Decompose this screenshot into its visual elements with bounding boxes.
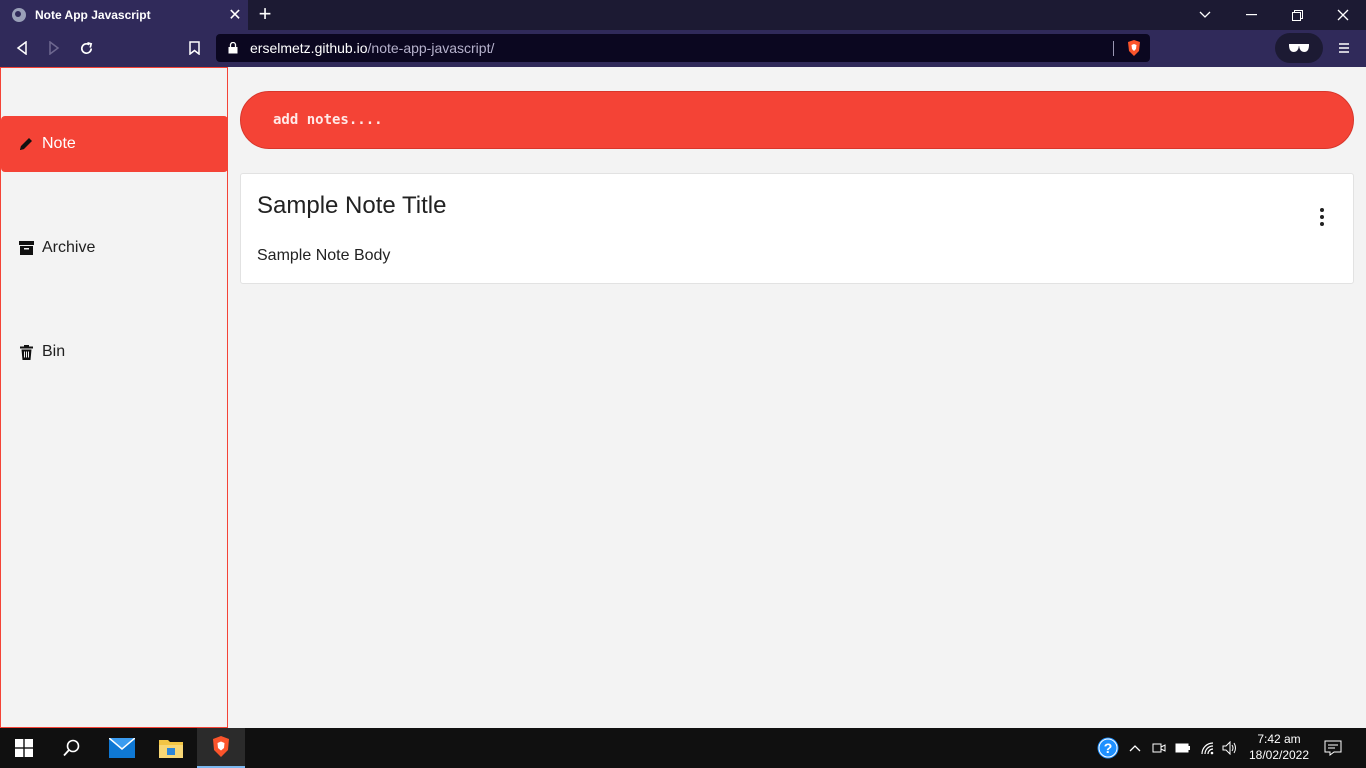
- dot: [1320, 215, 1324, 219]
- clock-time: 7:42 am: [1257, 732, 1301, 746]
- sidebar-item-label: Bin: [42, 343, 66, 360]
- minimize-button[interactable]: [1228, 0, 1274, 30]
- close-window-button[interactable]: [1320, 0, 1366, 30]
- show-hidden-icons-button[interactable]: [1123, 728, 1147, 768]
- taskbar: ? 7:42 am 18/02/2022: [0, 728, 1366, 768]
- brave-shields-icon[interactable]: [1126, 39, 1142, 57]
- help-icon[interactable]: ?: [1096, 728, 1120, 768]
- forward-arrow-icon: [49, 41, 60, 55]
- note-options-button[interactable]: [1315, 208, 1329, 226]
- lock-icon: [228, 42, 238, 54]
- sidebar-item-note[interactable]: Note: [1, 116, 228, 172]
- private-glasses-icon: [1289, 44, 1309, 53]
- windows-logo-icon: [15, 739, 33, 757]
- meet-now-icon[interactable]: [1147, 728, 1171, 768]
- browser-toolbar: erselmetz.github.io/note-app-javascript/: [0, 30, 1366, 67]
- volume-icon[interactable]: [1218, 728, 1242, 768]
- battery-icon[interactable]: [1171, 728, 1195, 768]
- sidebar: Note Archive Bin: [0, 67, 228, 728]
- sidebar-item-bin[interactable]: Bin: [1, 324, 228, 380]
- taskbar-clock[interactable]: 7:42 am 18/02/2022: [1244, 731, 1314, 763]
- note-card[interactable]: Sample Note Title Sample Note Body: [240, 173, 1354, 284]
- tab-title: Note App Javascript: [35, 8, 151, 22]
- url-path: /note-app-javascript/: [367, 40, 495, 56]
- svg-text:?: ?: [1104, 740, 1113, 756]
- archive-box-icon: [17, 239, 35, 257]
- search-button[interactable]: [48, 728, 96, 768]
- browser-tab[interactable]: Note App Javascript ✕: [0, 0, 248, 30]
- hamburger-menu-icon: [1339, 43, 1349, 53]
- url-host: erselmetz.github.io: [250, 40, 368, 56]
- chevron-up-icon: [1129, 745, 1141, 752]
- add-note-bar: [240, 91, 1354, 149]
- new-tab-button[interactable]: +: [254, 3, 276, 27]
- close-icon: [1337, 9, 1349, 21]
- brave-wallet-button[interactable]: [1275, 33, 1323, 63]
- globe-icon: [12, 8, 26, 22]
- search-icon: [63, 739, 80, 757]
- mail-app-button[interactable]: [98, 728, 146, 768]
- brave-browser-button[interactable]: [197, 728, 245, 768]
- file-explorer-button[interactable]: [147, 728, 195, 768]
- sidebar-item-label: Archive: [42, 239, 96, 256]
- browser-tabstrip: Note App Javascript ✕ +: [0, 0, 1366, 30]
- address-bar[interactable]: erselmetz.github.io/note-app-javascript/: [216, 34, 1150, 62]
- sidebar-item-archive[interactable]: Archive: [1, 220, 228, 276]
- trash-icon: [17, 343, 35, 361]
- restore-button[interactable]: [1274, 0, 1320, 30]
- tab-close-button[interactable]: ✕: [222, 5, 248, 25]
- restore-icon: [1291, 9, 1303, 21]
- pencil-icon: [17, 135, 35, 153]
- back-arrow-icon: [16, 41, 27, 55]
- browser-menu-button[interactable]: [1334, 37, 1354, 59]
- wifi-icon[interactable]: [1196, 728, 1220, 768]
- folder-icon: [159, 740, 183, 758]
- dot: [1320, 208, 1324, 212]
- minimize-icon: [1245, 14, 1257, 16]
- bookmark-icon: [188, 41, 200, 55]
- sidebar-item-label: Note: [42, 135, 76, 152]
- chevron-down-icon: [1199, 11, 1211, 18]
- mail-icon: [109, 738, 135, 758]
- bookmark-button[interactable]: [181, 36, 207, 60]
- add-note-input[interactable]: [273, 112, 1173, 128]
- note-title: Sample Note Title: [257, 192, 447, 219]
- notification-center-button[interactable]: [1321, 728, 1345, 768]
- reload-icon: [80, 41, 92, 54]
- brave-logo-icon: [213, 736, 229, 757]
- back-button[interactable]: [9, 36, 35, 60]
- notification-icon: [1324, 740, 1342, 756]
- reload-button[interactable]: [73, 36, 99, 60]
- clock-date: 18/02/2022: [1248, 748, 1310, 762]
- forward-button[interactable]: [41, 36, 67, 60]
- start-button[interactable]: [0, 728, 48, 768]
- url-divider: [1113, 41, 1114, 56]
- note-body: Sample Note Body: [257, 247, 391, 264]
- dot: [1320, 222, 1324, 226]
- tab-search-button[interactable]: [1182, 0, 1228, 30]
